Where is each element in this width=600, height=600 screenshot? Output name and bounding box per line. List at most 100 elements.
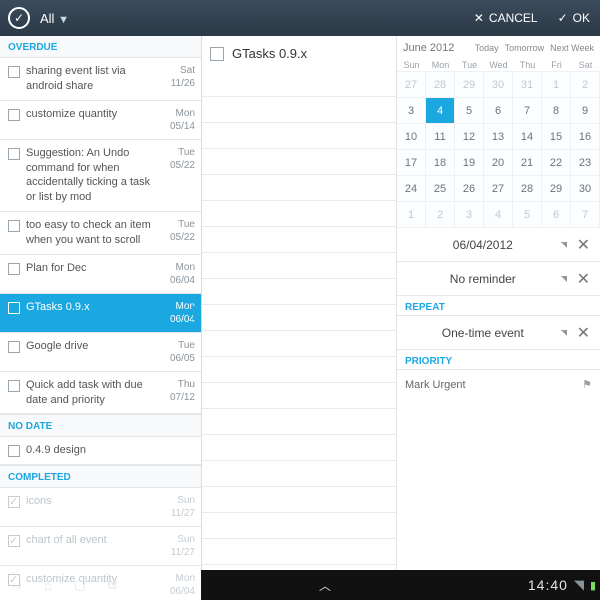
task-checkbox[interactable] bbox=[8, 66, 20, 78]
calendar-day[interactable]: 11 bbox=[425, 123, 455, 150]
recent-button[interactable]: ▢ bbox=[64, 577, 96, 593]
task-checkbox[interactable] bbox=[8, 263, 20, 275]
app-icon[interactable]: ✓ bbox=[8, 7, 30, 29]
screenshot-button[interactable]: ⧉ bbox=[96, 577, 128, 593]
calendar-day[interactable]: 16 bbox=[570, 123, 600, 150]
calendar-day[interactable]: 10 bbox=[397, 123, 426, 150]
task-row[interactable]: chart of all eventSun11/27 bbox=[0, 527, 201, 566]
task-checkbox[interactable] bbox=[8, 380, 20, 392]
reminder-field[interactable]: No reminder ✕ bbox=[397, 262, 600, 296]
detail-title[interactable]: GTasks 0.9.x bbox=[232, 46, 307, 61]
task-checkbox[interactable] bbox=[8, 109, 20, 121]
calendar-day[interactable]: 3 bbox=[397, 97, 426, 124]
list-dropdown[interactable]: All ▼ bbox=[36, 11, 79, 26]
task-checkbox[interactable] bbox=[8, 535, 20, 547]
calendar-day[interactable]: 3 bbox=[454, 201, 484, 228]
calendar-day[interactable]: 1 bbox=[397, 201, 426, 228]
calendar-day[interactable]: 28 bbox=[512, 175, 542, 202]
clear-reminder-icon[interactable]: ✕ bbox=[575, 269, 592, 289]
task-date: Mon06/04 bbox=[159, 300, 195, 326]
calendar-day[interactable]: 28 bbox=[425, 71, 455, 98]
weekday-label: Thu bbox=[513, 58, 542, 72]
task-checkbox[interactable] bbox=[8, 496, 20, 508]
task-checkbox[interactable] bbox=[8, 148, 20, 160]
task-row[interactable]: iconsSun11/27 bbox=[0, 488, 201, 527]
calendar-day[interactable]: 21 bbox=[512, 149, 542, 176]
task-title: chart of all event bbox=[26, 533, 159, 548]
home-button[interactable]: ⌂ bbox=[32, 578, 64, 593]
task-row[interactable]: customize quantityMon05/14 bbox=[0, 101, 201, 140]
expand-icon[interactable]: ︿ bbox=[128, 577, 522, 594]
calendar-day[interactable]: 6 bbox=[483, 97, 513, 124]
task-checkbox[interactable] bbox=[8, 220, 20, 232]
calendar-day[interactable]: 4 bbox=[425, 97, 455, 124]
calendar-day[interactable]: 23 bbox=[570, 149, 600, 176]
task-title: too easy to check an item when you want … bbox=[26, 218, 159, 248]
calendar-day[interactable]: 29 bbox=[454, 71, 484, 98]
calendar-day[interactable]: 6 bbox=[541, 201, 571, 228]
weekday-label: Sun bbox=[397, 58, 426, 72]
calendar-day[interactable]: 24 bbox=[397, 175, 426, 202]
calendar-day[interactable]: 15 bbox=[541, 123, 571, 150]
task-checkbox[interactable] bbox=[8, 445, 20, 457]
calendar-day[interactable]: 22 bbox=[541, 149, 571, 176]
section-completed: COMPLETED bbox=[0, 465, 201, 488]
calendar-day[interactable]: 4 bbox=[483, 201, 513, 228]
task-row[interactable]: sharing event list via android shareSat1… bbox=[0, 58, 201, 101]
calendar-day[interactable]: 27 bbox=[483, 175, 513, 202]
calendar-day[interactable]: 5 bbox=[454, 97, 484, 124]
calendar-day[interactable]: 8 bbox=[541, 97, 571, 124]
date-pane: June 2012 Today Tomorrow Next Week SunMo… bbox=[397, 36, 600, 570]
calendar-day[interactable]: 19 bbox=[454, 149, 484, 176]
calendar-day[interactable]: 18 bbox=[425, 149, 455, 176]
task-checkbox[interactable] bbox=[8, 341, 20, 353]
calendar-day[interactable]: 7 bbox=[512, 97, 542, 124]
weekday-label: Wed bbox=[484, 58, 513, 72]
task-row[interactable]: Google driveTue06/05 bbox=[0, 333, 201, 372]
clear-date-icon[interactable]: ✕ bbox=[575, 235, 592, 255]
calendar-day[interactable]: 17 bbox=[397, 149, 426, 176]
task-checkbox[interactable] bbox=[8, 302, 20, 314]
calendar-day[interactable]: 27 bbox=[397, 71, 426, 98]
calendar-day[interactable]: 31 bbox=[512, 71, 542, 98]
task-row[interactable]: Plan for DecMon06/04 bbox=[0, 255, 201, 294]
calendar-day[interactable]: 9 bbox=[570, 97, 600, 124]
weekday-label: Sat bbox=[571, 58, 600, 72]
calendar-day[interactable]: 30 bbox=[570, 175, 600, 202]
ok-button[interactable]: ✓OK bbox=[548, 11, 600, 25]
cancel-button[interactable]: ✕CANCEL bbox=[464, 11, 548, 25]
calendar-day[interactable]: 7 bbox=[570, 201, 600, 228]
calendar-day[interactable]: 30 bbox=[483, 71, 513, 98]
range-tomorrow[interactable]: Tomorrow bbox=[505, 43, 545, 53]
calendar-day[interactable]: 5 bbox=[512, 201, 542, 228]
notes-area[interactable] bbox=[202, 71, 396, 570]
task-row[interactable]: Quick add task with due date and priorit… bbox=[0, 372, 201, 415]
task-date: Tue05/22 bbox=[159, 218, 195, 244]
task-date: Mon05/14 bbox=[159, 107, 195, 133]
clear-repeat-icon[interactable]: ✕ bbox=[575, 323, 592, 343]
calendar-day[interactable]: 2 bbox=[570, 71, 600, 98]
range-nextweek[interactable]: Next Week bbox=[550, 43, 594, 53]
detail-checkbox[interactable] bbox=[210, 47, 224, 61]
calendar-day[interactable]: 2 bbox=[425, 201, 455, 228]
calendar-day[interactable]: 25 bbox=[425, 175, 455, 202]
calendar-day[interactable]: 26 bbox=[454, 175, 484, 202]
calendar-day[interactable]: 29 bbox=[541, 175, 571, 202]
priority-field[interactable]: Mark Urgent ⚑ bbox=[397, 370, 600, 399]
task-title: Suggestion: An Undo command for when acc… bbox=[26, 146, 159, 205]
calendar-day[interactable]: 12 bbox=[454, 123, 484, 150]
task-checkbox[interactable] bbox=[8, 574, 20, 586]
task-row[interactable]: 0.4.9 design bbox=[0, 437, 201, 465]
task-row[interactable]: Suggestion: An Undo command for when acc… bbox=[0, 140, 201, 212]
calendar-day[interactable]: 14 bbox=[512, 123, 542, 150]
task-date: Thu07/12 bbox=[159, 378, 195, 404]
dropdown-icon bbox=[561, 276, 567, 282]
task-row[interactable]: too easy to check an item when you want … bbox=[0, 212, 201, 255]
due-date-field[interactable]: 06/04/2012 ✕ bbox=[397, 228, 600, 262]
task-row[interactable]: GTasks 0.9.xMon06/04 bbox=[0, 294, 201, 333]
repeat-field[interactable]: One-time event ✕ bbox=[397, 316, 600, 350]
range-today[interactable]: Today bbox=[475, 43, 499, 53]
calendar-day[interactable]: 20 bbox=[483, 149, 513, 176]
calendar-day[interactable]: 13 bbox=[483, 123, 513, 150]
calendar-day[interactable]: 1 bbox=[541, 71, 571, 98]
